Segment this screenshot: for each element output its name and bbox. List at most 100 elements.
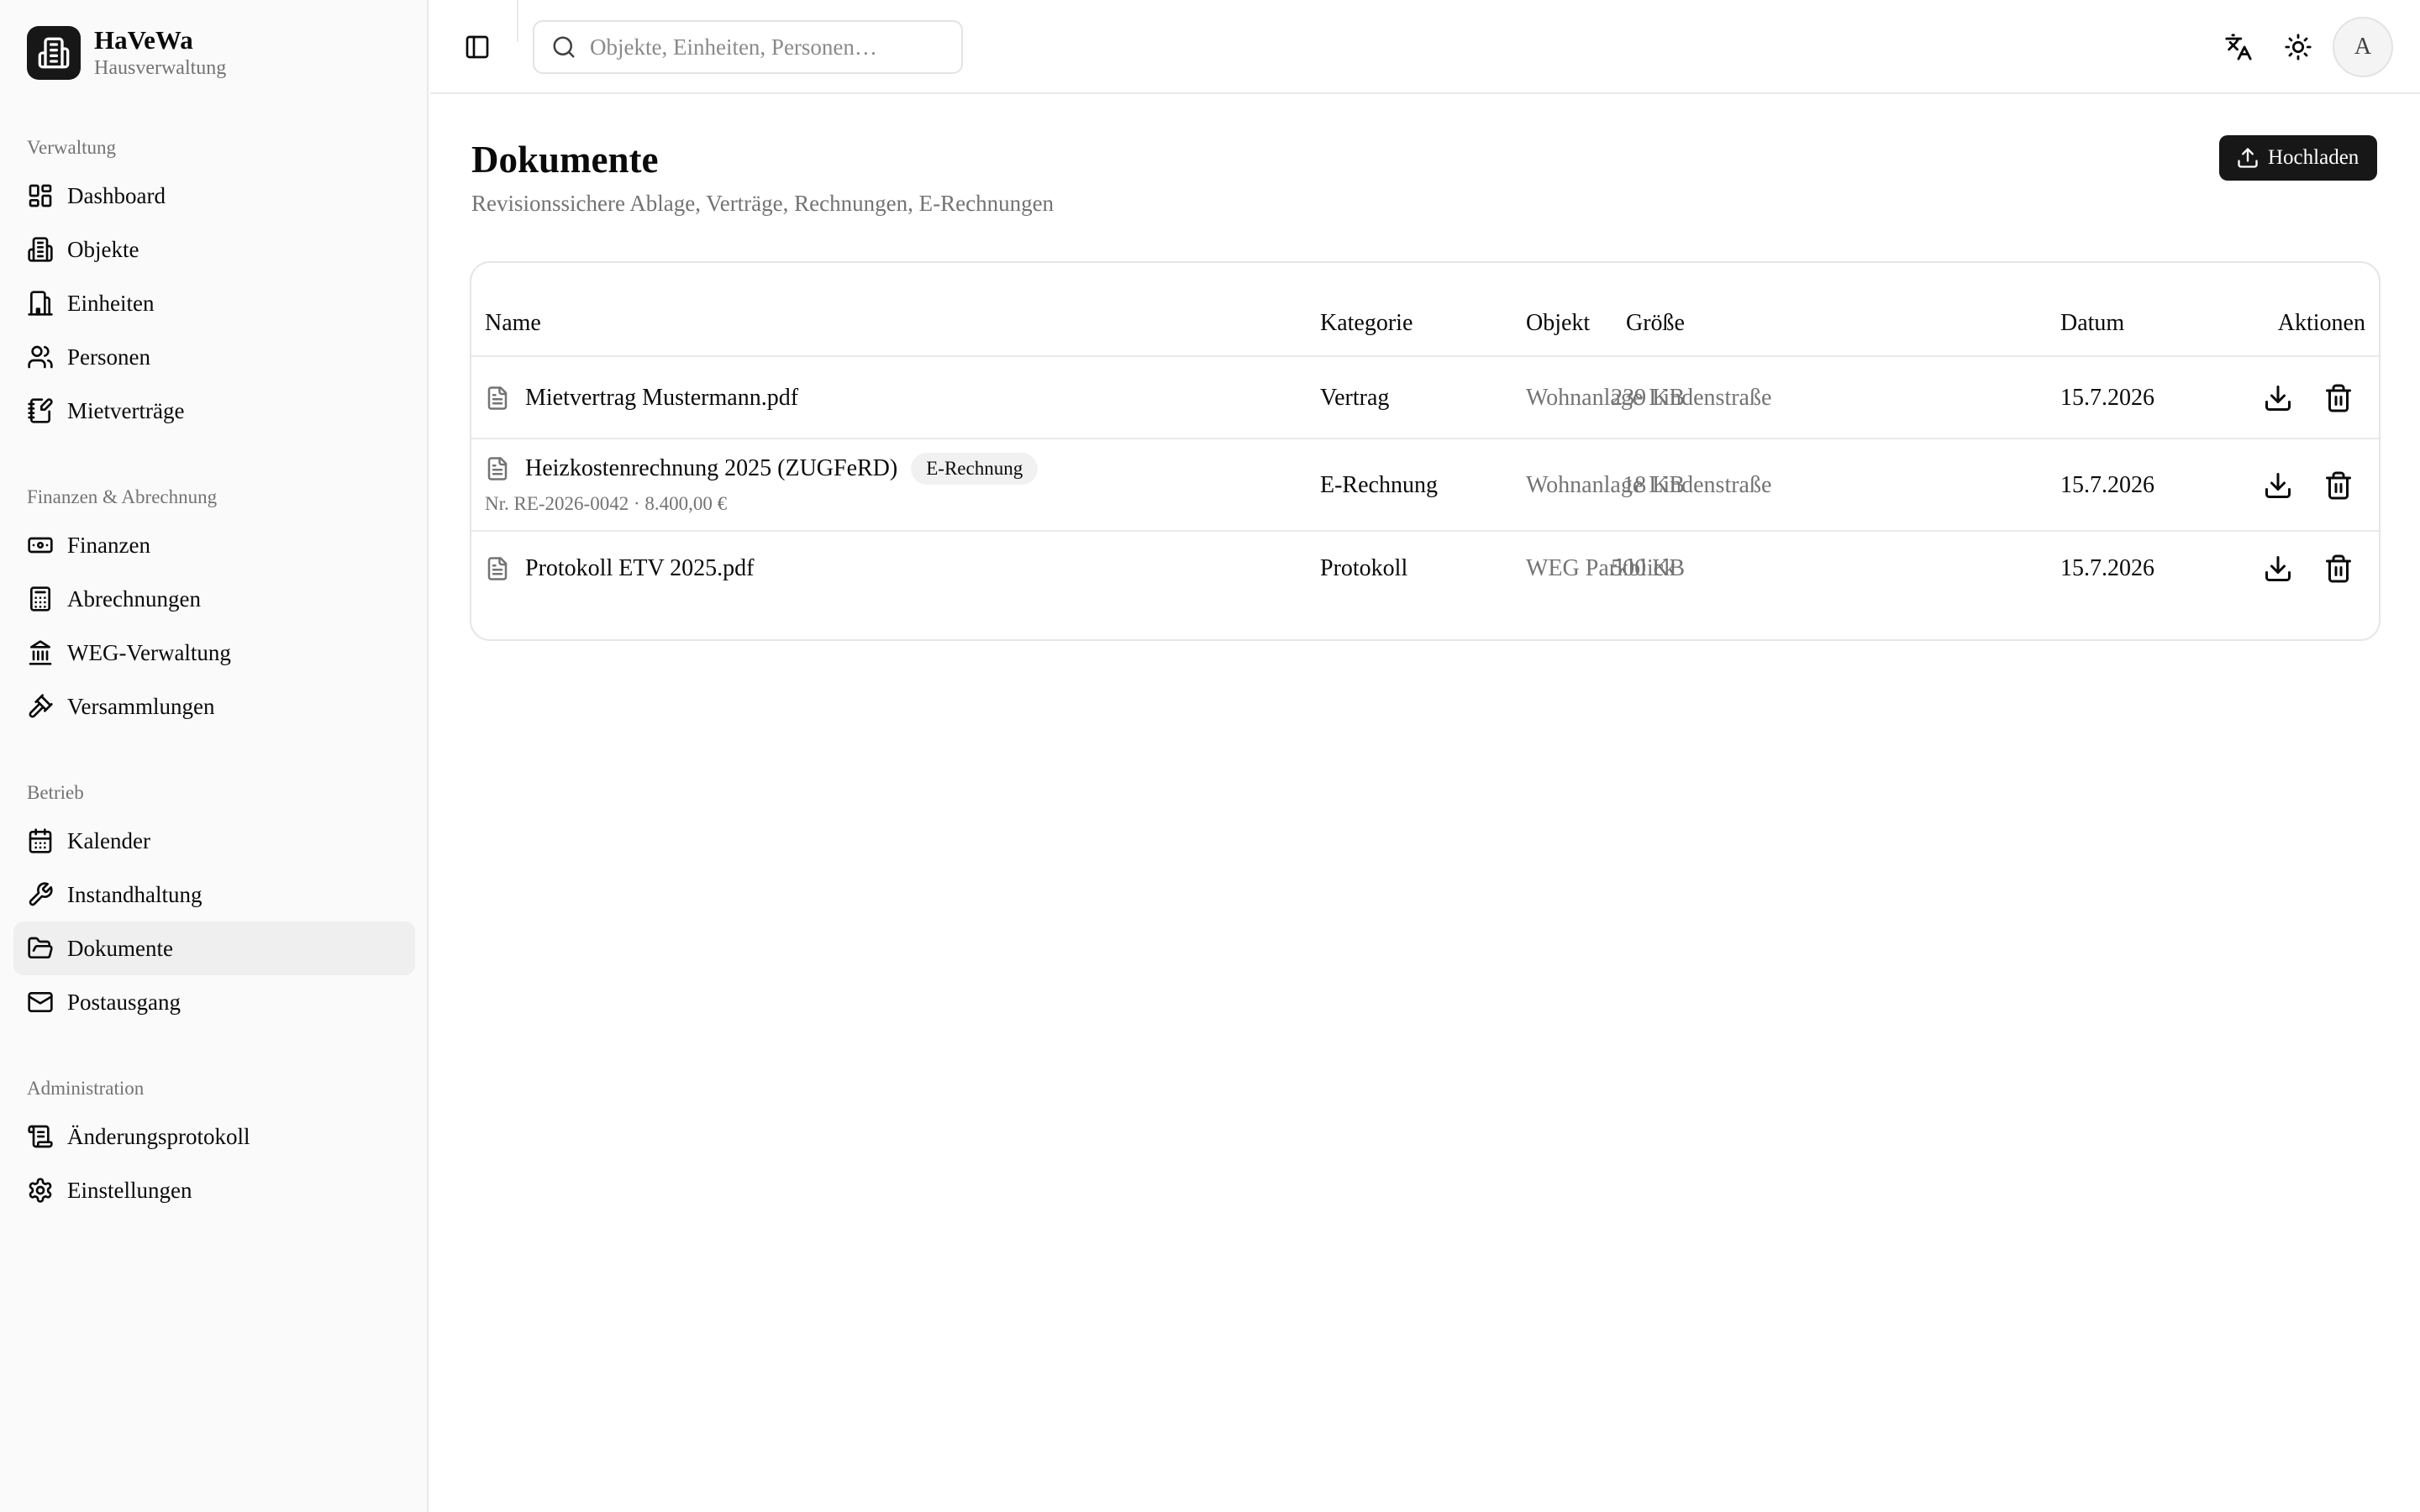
theme-toggle-button[interactable] (2281, 30, 2315, 64)
banknote-icon (27, 532, 54, 559)
download-icon[interactable] (2263, 470, 2293, 501)
sun-icon (2285, 34, 2312, 60)
avatar[interactable]: A (2333, 17, 2393, 77)
file-text-icon (485, 456, 510, 481)
document-category: E-Rechnung (1320, 472, 1438, 498)
document-category: Vertrag (1320, 385, 1390, 411)
trash-icon[interactable] (2323, 554, 2354, 584)
column-header-category[interactable]: Kategorie (1320, 308, 1413, 339)
document-name[interactable]: Protokoll ETV 2025.pdf (525, 554, 754, 584)
sidebar-item-personen[interactable]: Personen (13, 330, 415, 384)
header-divider (517, 0, 518, 42)
page-title: Dokumente (471, 139, 659, 181)
sidebar-item-einheiten[interactable]: Einheiten (13, 276, 415, 330)
document-name[interactable]: Mietvertrag Mustermann.pdf (525, 383, 798, 413)
sidebar-item-dokumente[interactable]: Dokumente (13, 921, 415, 975)
column-header-name[interactable]: Name (485, 308, 541, 339)
sidebar-item-label: Änderungsprotokoll (67, 1123, 250, 1149)
table-row[interactable]: Protokoll ETV 2025.pdf Protokoll WEG Par… (471, 532, 2379, 614)
upload-button[interactable]: Hochladen (2219, 135, 2378, 181)
sidebar-item-label: Einstellungen (67, 1177, 192, 1203)
sidebar-item-label: Dokumente (67, 935, 173, 961)
sidebar-item-einstellungen[interactable]: Einstellungen (13, 1163, 415, 1217)
sidebar-item-versammlungen[interactable]: Versammlungen (13, 680, 415, 733)
sidebar-item-finanzen[interactable]: Finanzen (13, 518, 415, 572)
unit-icon (27, 290, 54, 317)
upload-icon (2236, 146, 2260, 170)
search-icon (553, 36, 575, 58)
sidebar-item-label: WEG-Verwaltung (67, 639, 231, 665)
panel-left-icon (466, 35, 489, 59)
language-button[interactable] (2222, 30, 2255, 64)
table-row[interactable]: Mietvertrag Mustermann.pdf Vertrag Wohna… (471, 357, 2379, 439)
trash-icon[interactable] (2323, 383, 2354, 413)
sidebar-toggle-button[interactable] (464, 34, 491, 60)
sidebar-item-label: Abrechnungen (67, 585, 201, 612)
document-date: 15.7.2026 (2060, 472, 2154, 498)
nav-group-label: Verwaltung (27, 137, 117, 158)
sidebar-item-label: Postausgang (67, 989, 181, 1015)
landmark-icon (27, 639, 54, 666)
sidebar-item-label: Personen (67, 344, 150, 370)
wrench-icon (27, 881, 54, 908)
column-header-actions: Aktionen (2277, 310, 2365, 336)
calendar-icon (27, 827, 54, 854)
document-date: 15.7.2026 (2060, 385, 2154, 411)
sidebar-item-postausgang[interactable]: Postausgang (13, 975, 415, 1029)
nav-group-verwaltung: Verwaltung Dashboard Objekte Einheiten P… (13, 127, 415, 438)
column-header-size[interactable]: Größe (1626, 308, 1685, 339)
gear-icon (27, 1177, 54, 1204)
download-icon[interactable] (2263, 554, 2293, 584)
page-subtitle: Revisionssichere Ablage, Verträge, Rechn… (471, 191, 1055, 216)
column-header-date[interactable]: Datum (2060, 308, 2124, 339)
e-invoice-badge: E-Rechnung (911, 453, 1039, 485)
dashboard-icon (27, 182, 54, 209)
sidebar: HaVeWa Hausverwaltung Verwaltung Dashboa… (0, 0, 429, 1512)
brand[interactable]: HaVeWa Hausverwaltung (27, 25, 226, 81)
building-logo-icon (27, 26, 81, 80)
sidebar-item-label: Dashboard (67, 182, 166, 208)
table-header: Name Kategorie Objekt Größe Datum Aktion… (471, 263, 2379, 357)
document-size: 500 KB (1611, 555, 1685, 581)
sidebar-item-abrechnungen[interactable]: Abrechnungen (13, 572, 415, 626)
document-date: 15.7.2026 (2060, 555, 2154, 581)
sidebar-item-label: Finanzen (67, 532, 150, 558)
invoice-meta: Nr. RE-2026-0042 · 8.400,00 € (485, 493, 728, 514)
sidebar-item-aenderungsprotokoll[interactable]: Änderungsprotokoll (13, 1110, 415, 1163)
brand-name: HaVeWa (94, 25, 193, 55)
trash-icon[interactable] (2323, 470, 2354, 501)
scroll-icon (27, 1123, 54, 1150)
sidebar-item-instandhaltung[interactable]: Instandhaltung (13, 868, 415, 921)
nav-group-betrieb: Betrieb Kalender Instandhaltung Dokument… (13, 772, 415, 1029)
sidebar-item-weg-verwaltung[interactable]: WEG-Verwaltung (13, 626, 415, 680)
calculator-icon (27, 585, 54, 612)
users-icon (27, 344, 54, 370)
nav-group-administration: Administration Änderungsprotokoll Einste… (13, 1068, 415, 1217)
search-input[interactable] (590, 34, 943, 60)
document-size: 18 KB (1623, 472, 1685, 498)
table-row[interactable]: Heizkostenrechnung 2025 (ZUGFeRD) E-Rech… (471, 439, 2379, 532)
nav-group-label: Administration (27, 1078, 145, 1099)
document-name[interactable]: Heizkostenrechnung 2025 (ZUGFeRD) (525, 454, 897, 484)
column-header-object[interactable]: Objekt (1526, 308, 1590, 339)
building-icon (27, 236, 54, 263)
sidebar-item-kalender[interactable]: Kalender (13, 814, 415, 868)
mail-icon (27, 989, 54, 1016)
search-box[interactable] (533, 20, 963, 74)
sidebar-item-label: Objekte (67, 236, 139, 262)
languages-icon (2225, 34, 2252, 60)
sidebar-item-objekte[interactable]: Objekte (13, 223, 415, 276)
nav-group-finanzen: Finanzen & Abrechnung Finanzen Abrechnun… (13, 476, 415, 733)
documents-table: Name Kategorie Objekt Größe Datum Aktion… (470, 261, 2381, 641)
sidebar-item-label: Kalender (67, 827, 150, 853)
download-icon[interactable] (2263, 383, 2293, 413)
file-text-icon (485, 386, 510, 411)
sidebar-item-mietvertraege[interactable]: Mietverträge (13, 384, 415, 438)
file-text-icon (485, 556, 510, 581)
nav-group-label: Betrieb (27, 782, 84, 803)
document-category: Protokoll (1320, 555, 1408, 581)
sidebar-item-dashboard[interactable]: Dashboard (13, 169, 415, 223)
folder-open-icon (27, 935, 54, 962)
document-size: 239 KB (1611, 385, 1685, 411)
sidebar-item-label: Instandhaltung (67, 881, 203, 907)
